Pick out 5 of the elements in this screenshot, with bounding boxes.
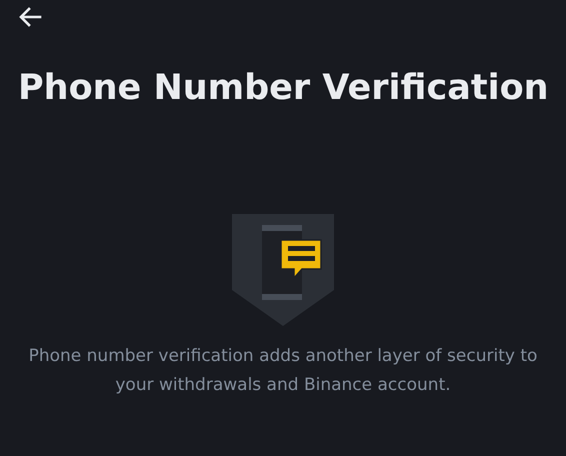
phone-message-icon [232, 214, 334, 326]
page-title: Phone Number Verification [18, 67, 550, 110]
back-button[interactable] [18, 6, 42, 28]
back-arrow-icon [18, 6, 42, 28]
description-text: Phone number verification adds another layer of security to your withdrawals and Binance account. [28, 345, 538, 397]
